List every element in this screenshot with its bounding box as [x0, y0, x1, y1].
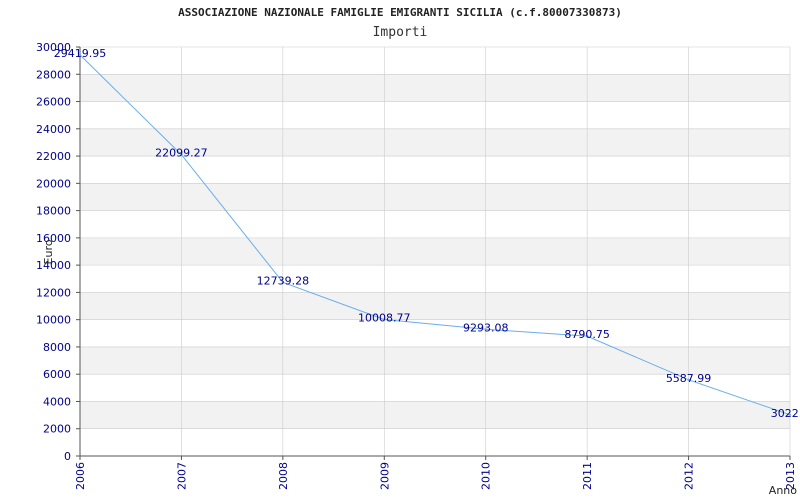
y-tick-label: 26000: [36, 96, 71, 109]
data-label: 9293.08: [463, 321, 509, 334]
grid-band: [80, 346, 790, 375]
y-tick-label: 20000: [36, 177, 71, 190]
x-tick-label: 2007: [175, 462, 188, 490]
data-label: 10008.77: [358, 312, 411, 325]
y-tick-label: 0: [64, 450, 71, 463]
y-tick-label: 24000: [36, 123, 71, 136]
x-tick-label: 2006: [74, 462, 87, 490]
y-tick-label: 18000: [36, 205, 71, 218]
y-tick-label: 22000: [36, 150, 71, 163]
data-label: 3022.8: [771, 407, 800, 420]
grid-band: [80, 183, 790, 211]
grid-band: [80, 237, 790, 266]
grid-band: [80, 401, 790, 429]
y-axis-label: Euro: [42, 239, 55, 264]
y-tick-label: 8000: [43, 341, 71, 354]
x-axis-ticks: 2006 2007 2008 2009 2010 2011 2012 2013: [74, 456, 797, 490]
data-label: 29419.95: [54, 47, 107, 60]
y-tick-label: 10000: [36, 314, 71, 327]
data-label: 22099.27: [155, 147, 208, 160]
x-tick-label: 2010: [480, 462, 493, 490]
data-label: 5587.99: [666, 372, 712, 385]
data-label: 12739.28: [257, 274, 310, 287]
line-chart: 0200040006000800010000120001400016000180…: [36, 41, 800, 497]
x-tick-label: 2011: [581, 462, 594, 490]
grid-band: [80, 292, 790, 320]
x-tick-label: 2009: [378, 462, 391, 490]
x-tick-label: 2008: [277, 462, 290, 490]
y-tick-label: 2000: [43, 423, 71, 436]
grid-band: [80, 74, 790, 102]
x-tick-label: 2012: [683, 462, 696, 490]
y-tick-label: 6000: [43, 368, 71, 381]
y-tick-label: 4000: [43, 395, 71, 408]
data-label: 8790.75: [564, 328, 610, 341]
y-tick-label: 28000: [36, 68, 71, 81]
y-tick-label: 12000: [36, 286, 71, 299]
x-axis-label: Anno: [769, 484, 797, 497]
